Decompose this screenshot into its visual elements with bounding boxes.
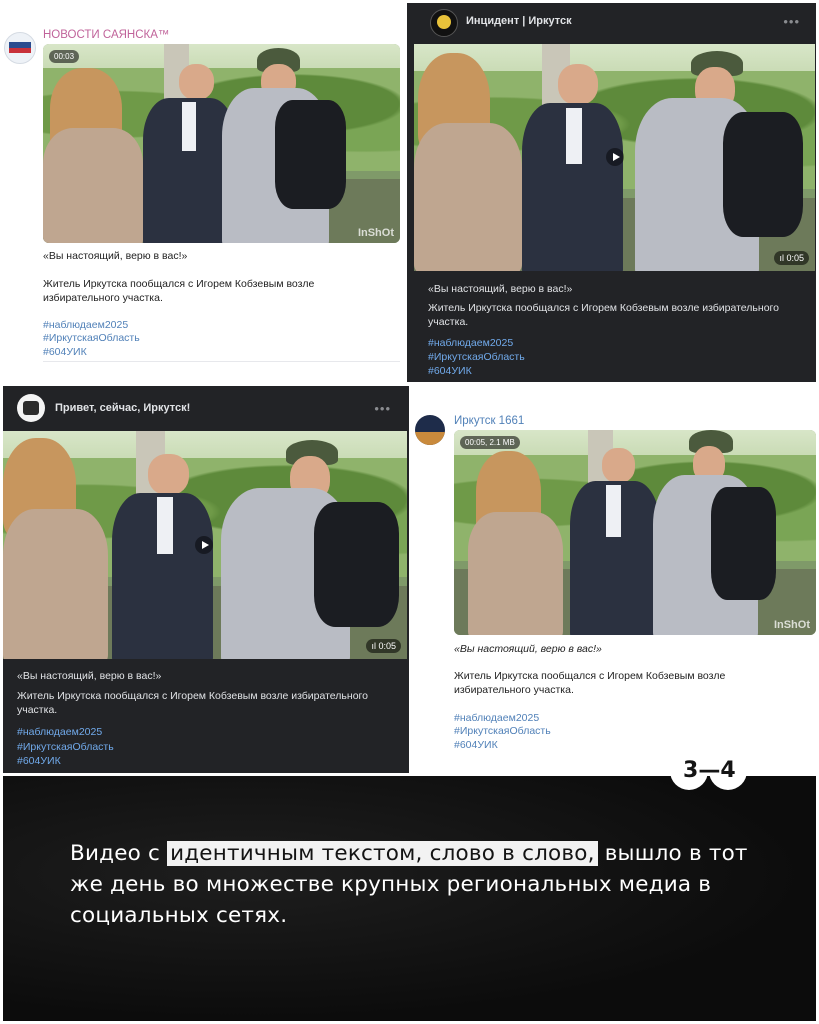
channel-name[interactable]: Привет, сейчас, Иркутск! [55, 402, 190, 414]
hashtag[interactable]: #ИркутскаяОбласть [454, 724, 551, 738]
post-body: Житель Иркутска пообщался с Игорем Кобзе… [43, 278, 315, 304]
channel-name[interactable]: Иркутск 1661 [454, 415, 524, 427]
duration-text: 0:05 [786, 253, 804, 263]
hashtag[interactable]: #ИркутскаяОбласть [428, 350, 525, 364]
divider [43, 361, 400, 362]
channel-avatar[interactable] [430, 9, 458, 37]
video-thumbnail[interactable]: ıl 0:05 [414, 44, 815, 271]
slide-counter: 3—4 [683, 758, 736, 783]
post-body: Житель Иркутска пообщался с Игорем Кобзе… [17, 690, 368, 716]
duration-text: 0:05 [378, 641, 396, 651]
hashtag[interactable]: #604УИК [17, 754, 61, 768]
video-thumbnail[interactable]: 00:03 InShOt [43, 44, 400, 243]
post-card-incident-irkutsk: Инцидент | Иркутск ••• ıl 0:05 «Вы насто… [407, 3, 816, 382]
channel-avatar[interactable] [17, 394, 45, 422]
inshot-watermark: InShOt [773, 619, 810, 631]
headline-text: Видео с идентичным текстом, слово в слов… [70, 838, 770, 931]
slide-separator: — [698, 758, 721, 783]
post-card-privet-irkutsk: Привет, сейчас, Иркутск! ••• ıl 0:05 «Вы… [3, 386, 409, 773]
post-body: Житель Иркутска пообщался с Игорем Кобзе… [454, 670, 726, 696]
more-options-icon[interactable]: ••• [783, 14, 800, 29]
post-quote: «Вы настоящий, верю в вас!» [428, 283, 573, 295]
post-quote: «Вы настоящий, верю в вас!» [454, 643, 602, 655]
post-quote: «Вы настоящий, верю в вас!» [17, 670, 162, 682]
hashtag[interactable]: #604УИК [43, 345, 87, 359]
headline-highlight: идентичным текстом, слово в слово, [167, 841, 598, 866]
post-card-irkutsk-1661: Иркутск 1661 00:05, 2.1 MB InShOt «Вы на… [411, 386, 816, 773]
post-body: Житель Иркутска пообщался с Игорем Кобзе… [428, 302, 779, 328]
channel-avatar[interactable] [4, 32, 36, 64]
video-duration-badge: 00:03 [49, 50, 80, 63]
channel-name[interactable]: НОВОСТИ САЯНСКА™ [43, 29, 169, 41]
channel-avatar[interactable] [415, 415, 445, 445]
video-duration-badge: ıl 0:05 [366, 639, 401, 653]
hashtag[interactable]: #ИркутскаяОбласть [17, 740, 114, 754]
hashtag[interactable]: #604УИК [428, 364, 472, 378]
video-thumbnail[interactable]: ıl 0:05 [3, 431, 407, 659]
play-icon[interactable] [606, 148, 624, 166]
hashtag[interactable]: #наблюдаем2025 [454, 711, 539, 725]
post-card-novosti-sayanska: НОВОСТИ САЯНСКА™ 00:03 InShOt «Вы настоя… [0, 0, 405, 380]
hashtag[interactable]: #наблюдаем2025 [17, 725, 102, 739]
slide-total: 4 [720, 758, 736, 783]
video-duration-badge: 00:05, 2.1 MB [460, 436, 520, 449]
hashtag[interactable]: #наблюдаем2025 [43, 318, 128, 332]
more-options-icon[interactable]: ••• [374, 401, 391, 416]
slide-current: 3 [683, 758, 699, 783]
channel-name[interactable]: Инцидент | Иркутск [466, 15, 572, 27]
hashtag[interactable]: #наблюдаем2025 [428, 336, 513, 350]
hashtag[interactable]: #604УИК [454, 738, 498, 752]
video-thumbnail[interactable]: 00:05, 2.1 MB InShOt [454, 430, 816, 635]
headline-before: Видео с [70, 841, 168, 866]
inshot-watermark: InShOt [357, 227, 394, 239]
post-quote: «Вы настоящий, верю в вас!» [43, 250, 188, 262]
hashtag[interactable]: #ИркутскаяОбласть [43, 331, 140, 345]
play-icon[interactable] [195, 536, 213, 554]
video-duration-badge: ıl 0:05 [774, 251, 809, 265]
